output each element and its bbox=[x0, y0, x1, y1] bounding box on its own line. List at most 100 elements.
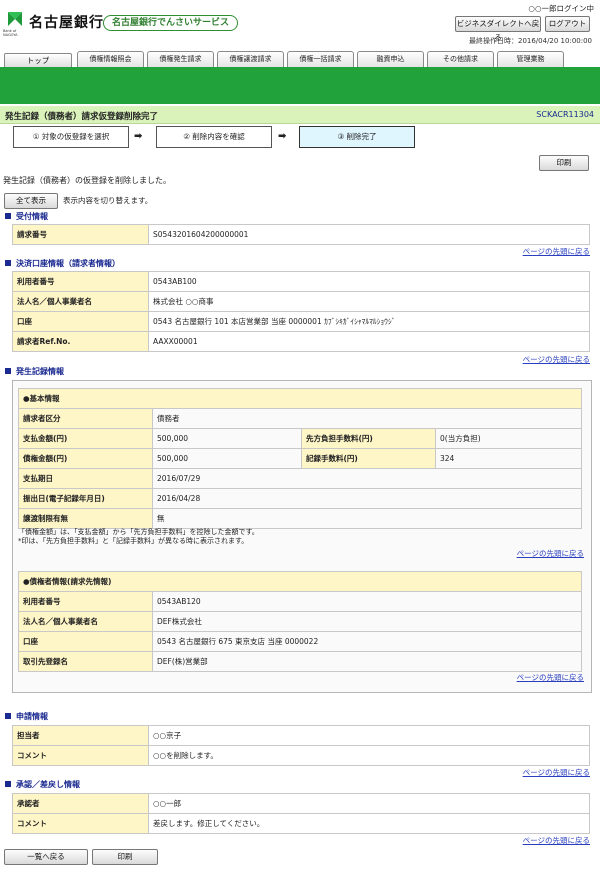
creditor-user-number-value: 0543AB120 bbox=[152, 591, 582, 612]
application-heading: 申請情報 bbox=[5, 711, 48, 722]
account-value: 0543 名古屋銀行 101 本店営業部 当座 0000001 ｶﾌﾞｼｷｶﾞｲ… bbox=[148, 311, 590, 332]
page-top-link[interactable]: ページの先頭に戻る bbox=[523, 246, 590, 257]
approval-heading-text: 承認／差戻し情報 bbox=[16, 780, 80, 789]
ref-no-value: AAXX00001 bbox=[148, 331, 590, 352]
table-row: 利用者番号 0543AB120 bbox=[18, 591, 582, 612]
request-number-value: S0543201604200000001 bbox=[148, 224, 590, 245]
show-all-button[interactable]: 全て表示 bbox=[4, 193, 58, 209]
fee-note: *印は、「先方負担手数料」と「記録手数料」が異なる時に表示されます。 bbox=[18, 537, 249, 545]
table-row: 承認者 ○○一郎 bbox=[12, 793, 590, 814]
table-row: 債権金額(円) 500,000 記録手数料(円) 324 bbox=[18, 448, 582, 469]
page-top-link[interactable]: ページの先頭に戻る bbox=[523, 835, 590, 846]
transfer-limit-value: 無 bbox=[152, 508, 582, 529]
creditor-company-label: 法人名／個人事業者名 bbox=[18, 611, 153, 632]
tab-claim-transfer[interactable]: 債権譲渡請求 bbox=[217, 51, 284, 67]
approval-heading: 承認／差戻し情報 bbox=[5, 779, 80, 790]
basic-info-heading: ●基本情報 bbox=[18, 388, 582, 409]
approver-value: ○○一郎 bbox=[148, 793, 590, 814]
back-to-list-button[interactable]: 一覧へ戻る bbox=[4, 849, 88, 865]
transfer-limit-label: 譲渡制限有無 bbox=[18, 508, 153, 529]
last-operation-time: 最終操作日時：2016/04/20 10:00:00 bbox=[468, 37, 592, 45]
person-in-charge-value: ○○京子 bbox=[148, 725, 590, 746]
application-table: 担当者 ○○京子 コメント ○○を削除します。 bbox=[12, 725, 590, 766]
company-name-label: 法人名／個人事業者名 bbox=[12, 291, 149, 312]
ref-no-label: 請求者Ref.No. bbox=[12, 331, 149, 352]
fee-burden-label: 先方負担手数料(円) bbox=[301, 428, 436, 449]
service-name: 名古屋銀行でんさいサービス bbox=[103, 15, 239, 31]
due-date-label: 支払期日 bbox=[18, 468, 153, 489]
table-row: 担当者 ○○京子 bbox=[12, 725, 590, 746]
table-row: 譲渡制限有無 無 bbox=[18, 508, 582, 529]
page-top-link[interactable]: ページの先頭に戻る bbox=[517, 548, 584, 559]
record-fee-value: 324 bbox=[435, 448, 582, 469]
approval-comment-value: 差戻します。修正してください。 bbox=[148, 813, 590, 834]
table-row: 請求者Ref.No. AAXX00001 bbox=[12, 331, 590, 352]
step-select-target: ① 対象の仮登録を選択 bbox=[13, 126, 129, 148]
basic-info-table: ●基本情報 請求者区分 債務者 支払金額(円) 500,000 先方負担手数料(… bbox=[18, 388, 582, 529]
table-row: 請求番号 S0543201604200000001 bbox=[12, 224, 590, 245]
tab-claim-issue[interactable]: 債権発生請求 bbox=[147, 51, 214, 67]
settlement-table: 利用者番号 0543AB100 法人名／個人事業者名 株式会社 ○○商事 口座 … bbox=[12, 271, 590, 352]
bank-logo-small-text: Bank of NAGOYA bbox=[3, 29, 18, 37]
print-button[interactable]: 印刷 bbox=[539, 155, 589, 171]
reception-heading-text: 受付情報 bbox=[16, 212, 48, 221]
business-direct-back-button[interactable]: ビジネスダイレクトへ戻る bbox=[455, 16, 541, 42]
table-row: 支払金額(円) 500,000 先方負担手数料(円) 0(当方負担) bbox=[18, 428, 582, 449]
table-row: 法人名／個人事業者名 DEF株式会社 bbox=[18, 611, 582, 632]
debtor-type-label: 請求者区分 bbox=[18, 408, 153, 429]
approval-comment-label: コメント bbox=[12, 813, 149, 834]
account-label: 口座 bbox=[12, 311, 149, 332]
table-row: コメント ○○を削除します。 bbox=[12, 745, 590, 766]
table-row: 取引先登録名 DEF(株)営業部 bbox=[18, 651, 582, 672]
creditor-registered-name-label: 取引先登録名 bbox=[18, 651, 153, 672]
application-comment-value: ○○を削除します。 bbox=[148, 745, 590, 766]
issue-date-value: 2016/04/28 bbox=[152, 488, 582, 509]
creditor-user-number-label: 利用者番号 bbox=[18, 591, 153, 612]
creditor-info-table: ●債権者情報(請求先情報) 利用者番号 0543AB120 法人名／個人事業者名… bbox=[18, 571, 582, 672]
creditor-info-heading: ●債権者情報(請求先情報) bbox=[18, 571, 582, 592]
step-arrow-icon: ➡ bbox=[278, 131, 287, 142]
page-top-link[interactable]: ページの先頭に戻る bbox=[517, 672, 584, 683]
section-square-icon bbox=[5, 368, 11, 374]
bank-logo bbox=[6, 10, 24, 30]
issue-date-label: 振出日(電子記録年月日) bbox=[18, 488, 153, 509]
company-name-value: 株式会社 ○○商事 bbox=[148, 291, 590, 312]
debtor-type-value: 債務者 bbox=[152, 408, 582, 429]
tab-management[interactable]: 管理業務 bbox=[497, 51, 564, 67]
table-row: ●債権者情報(請求先情報) bbox=[18, 571, 582, 592]
fee-burden-value: 0(当方負担) bbox=[435, 428, 582, 449]
claim-amount-value: 500,000 bbox=[152, 448, 302, 469]
section-square-icon bbox=[5, 713, 11, 719]
user-login-status: ○○一郎ログイン中 bbox=[528, 4, 594, 13]
bank-logo-icon bbox=[8, 12, 22, 26]
step-confirm-delete: ② 削除内容を確認 bbox=[156, 126, 272, 148]
page-top-link[interactable]: ページの先頭に戻る bbox=[523, 354, 590, 365]
page-title: 発生記録（債務者）請求仮登録削除完了 bbox=[5, 112, 159, 122]
page-top-link[interactable]: ページの先頭に戻る bbox=[523, 767, 590, 778]
payment-amount-value: 500,000 bbox=[152, 428, 302, 449]
user-number-label: 利用者番号 bbox=[12, 271, 149, 292]
creditor-registered-name-value: DEF(株)営業部 bbox=[152, 651, 582, 672]
creditor-account-value: 0543 名古屋銀行 675 東京支店 当座 0000022 bbox=[152, 631, 582, 652]
tab-claim-inquiry[interactable]: 債権情報照会 bbox=[77, 51, 144, 67]
tab-loan-application[interactable]: 融資申込 bbox=[357, 51, 424, 67]
application-heading-text: 申請情報 bbox=[16, 712, 48, 721]
amount-note: 「債権金額」は、「支払金額」から「先方負担手数料」を控除した金額です。 bbox=[18, 528, 259, 536]
table-row: 請求者区分 債務者 bbox=[18, 408, 582, 429]
table-row: 利用者番号 0543AB100 bbox=[12, 271, 590, 292]
reception-heading: 受付情報 bbox=[5, 211, 48, 222]
logout-button[interactable]: ログアウト bbox=[545, 16, 590, 32]
bank-name: 名古屋銀行 bbox=[29, 15, 104, 31]
table-row: 振出日(電子記録年月日) 2016/04/28 bbox=[18, 488, 582, 509]
person-in-charge-label: 担当者 bbox=[12, 725, 149, 746]
creditor-company-value: DEF株式会社 bbox=[152, 611, 582, 632]
print-bottom-button[interactable]: 印刷 bbox=[92, 849, 158, 865]
record-heading: 発生記録情報 bbox=[5, 366, 64, 377]
approver-label: 承認者 bbox=[12, 793, 149, 814]
table-row: 口座 0543 名古屋銀行 101 本店営業部 当座 0000001 ｶﾌﾞｼｷ… bbox=[12, 311, 590, 332]
tab-claim-bulk[interactable]: 債権一括請求 bbox=[287, 51, 354, 67]
section-square-icon bbox=[5, 213, 11, 219]
tab-other-request[interactable]: その他請求 bbox=[427, 51, 494, 67]
approval-table: 承認者 ○○一郎 コメント 差戻します。修正してください。 bbox=[12, 793, 590, 834]
table-row: 口座 0543 名古屋銀行 675 東京支店 当座 0000022 bbox=[18, 631, 582, 652]
